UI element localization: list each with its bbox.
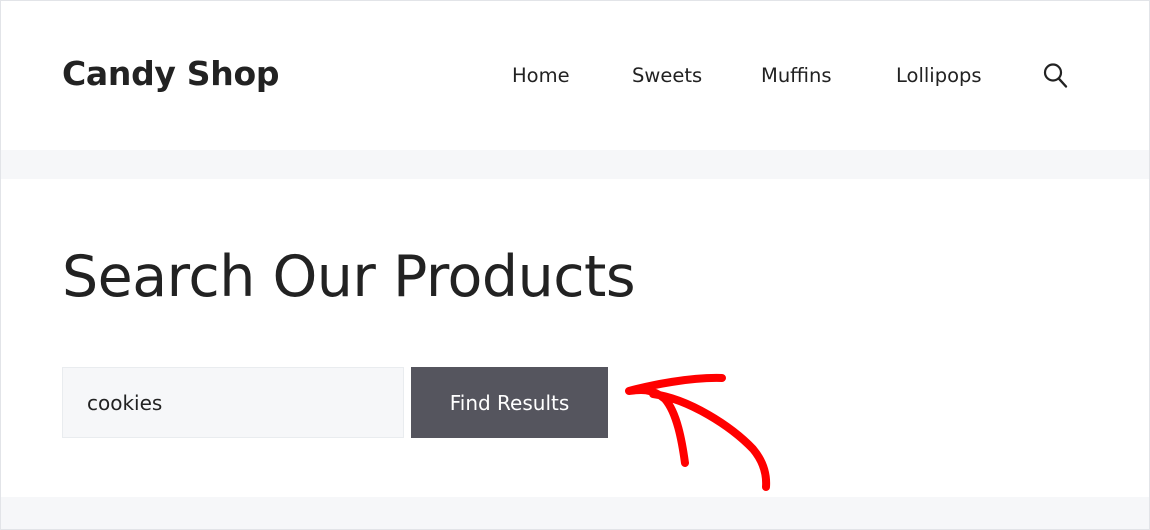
nav-item-muffins[interactable]: Muffins xyxy=(761,64,832,87)
search-form: Find Results xyxy=(62,367,622,439)
search-icon-graphic xyxy=(1043,63,1068,88)
search-input[interactable] xyxy=(62,367,404,438)
nav-item-lollipops[interactable]: Lollipops xyxy=(896,64,982,87)
content-area: Search Our Products Find Results xyxy=(1,179,1149,497)
page-frame: Candy Shop Home Sweets Muffins Lollipops… xyxy=(0,0,1150,530)
nav-item-sweets[interactable]: Sweets xyxy=(632,64,702,87)
find-results-button[interactable]: Find Results xyxy=(411,367,608,438)
page-title: Search Our Products xyxy=(62,244,636,310)
site-header: Candy Shop Home Sweets Muffins Lollipops xyxy=(1,1,1149,150)
main-nav: Home Sweets Muffins Lollipops xyxy=(1,1,1149,150)
nav-item-home[interactable]: Home xyxy=(512,64,570,87)
search-icon[interactable] xyxy=(1043,62,1069,90)
